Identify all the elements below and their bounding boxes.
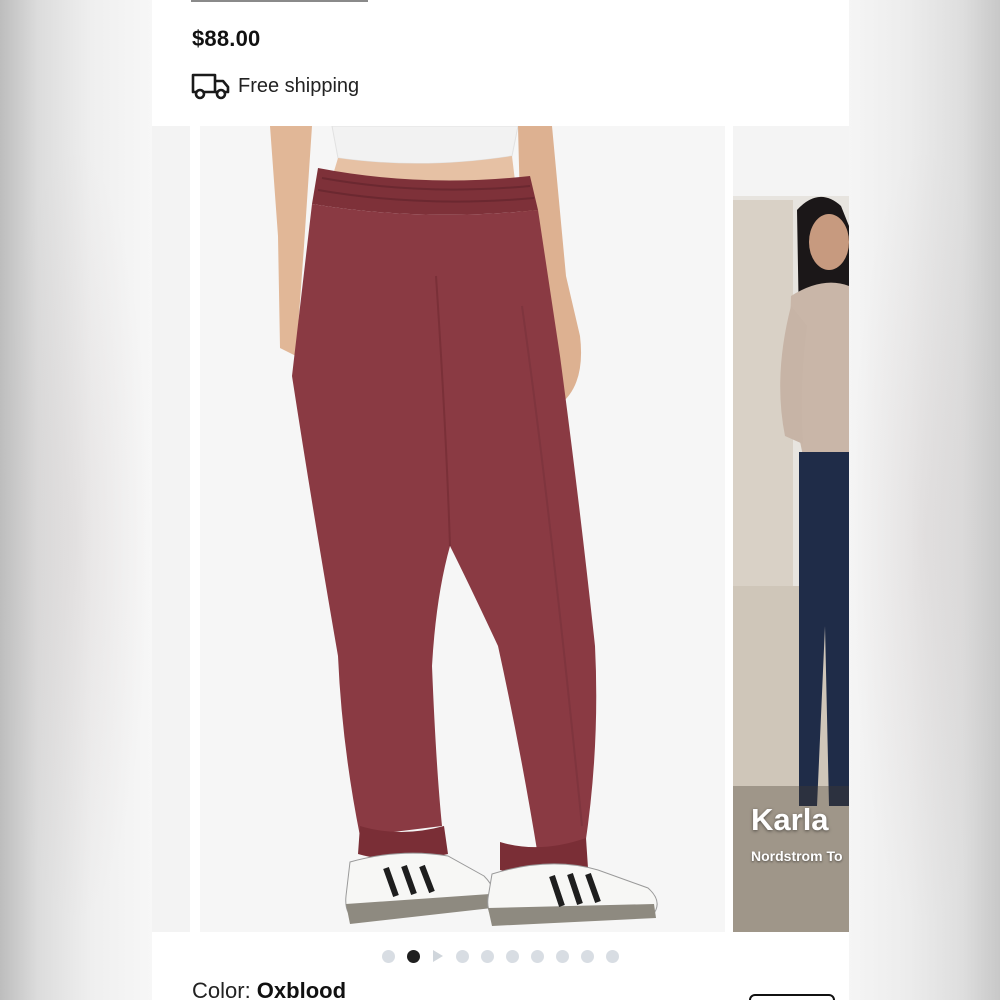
previous-slide-peek[interactable] [152,126,190,932]
shipping-label: Free shipping [238,74,360,97]
pagination-dot[interactable] [382,949,395,963]
truck-icon [191,70,231,102]
color-label: Color: [192,978,257,1000]
video-caption-subtitle: Nordstrom To [751,848,843,864]
pagination-dot[interactable] [556,949,569,963]
shipping-info: Free shipping [191,70,359,102]
product-page: $88.00 Free shipping Karla Nordstrom To … [152,0,849,1000]
play-icon[interactable] [433,950,443,962]
product-price: $88.00 [192,26,261,51]
background-blur-left [0,0,152,1000]
pagination-dot[interactable] [481,949,494,963]
video-caption-name: Karla [751,802,829,837]
product-image[interactable] [200,126,725,932]
image-carousel[interactable]: Karla Nordstrom To [152,126,849,932]
background-blur-right [849,0,1000,1000]
product-photo [200,126,725,932]
color-value: Oxblood [256,978,347,1000]
pagination-dot[interactable] [606,949,619,963]
pagination-dot[interactable] [506,949,519,963]
pagination-dot[interactable] [581,949,594,963]
divider [191,0,368,2]
pagination-dot-active[interactable] [407,949,420,963]
pagination-dot[interactable] [456,949,469,963]
color-selection: Color: Oxblood [192,978,346,1000]
carousel-pagination [152,946,849,966]
partial-button[interactable] [749,994,835,1000]
video-slide[interactable]: Karla Nordstrom To [733,126,849,932]
pagination-dot[interactable] [531,949,544,963]
